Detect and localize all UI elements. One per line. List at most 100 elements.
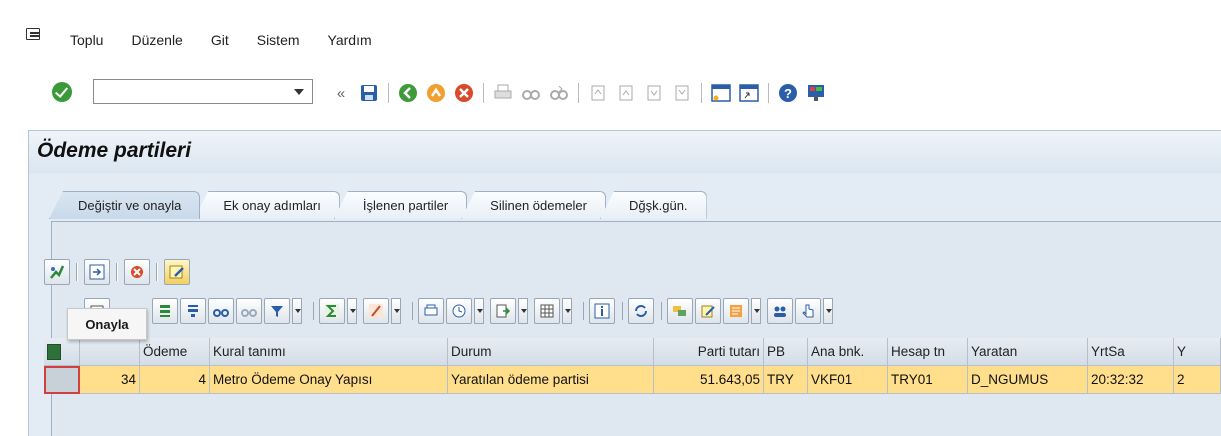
cell-kural-tanimi[interactable]: Metro Ödeme Onay Yapısı: [210, 366, 448, 394]
column-header-ana-bnk[interactable]: Ana bnk.: [808, 338, 888, 366]
cell-yrtsa[interactable]: 20:32:32: [1088, 366, 1174, 394]
sum-icon[interactable]: [319, 298, 345, 324]
column-header-hesap-tn[interactable]: Hesap tn: [888, 338, 968, 366]
exit-icon[interactable]: [425, 82, 447, 104]
filter-icon[interactable]: [264, 298, 290, 324]
tab-ek-onay-adimlari[interactable]: Ek onay adımları: [194, 191, 340, 219]
payment-batches-grid: Ödeme Kural tanımı Durum Parti tutarı PB…: [44, 338, 1221, 394]
tab-dgsk-gun[interactable]: Dğşk.gün.: [600, 191, 707, 219]
cell-durum[interactable]: Yaratılan ödeme partisi: [448, 366, 654, 394]
column-header-yaratan[interactable]: Yaratan: [968, 338, 1088, 366]
column-header-durum[interactable]: Durum: [448, 338, 654, 366]
subtotal-icon[interactable]: [363, 298, 389, 324]
previous-page-icon[interactable]: [615, 82, 637, 104]
column-header-parti-tutari[interactable]: Parti tutarı: [654, 338, 764, 366]
alv-separator: [412, 302, 413, 320]
save-icon[interactable]: [358, 82, 380, 104]
toolbar-separator: [388, 83, 389, 103]
sum-dropdown[interactable]: [347, 298, 357, 324]
alv-separator: [622, 302, 623, 320]
layout-icon[interactable]: [534, 298, 560, 324]
layout-settings-icon[interactable]: [805, 82, 827, 104]
cancel-icon[interactable]: [453, 82, 475, 104]
layout-dropdown[interactable]: [562, 298, 572, 324]
last-page-icon[interactable]: [671, 82, 693, 104]
tab-islenen-partiler[interactable]: İşlenen partiler: [333, 191, 468, 219]
help-icon[interactable]: ?: [777, 82, 799, 104]
find-icon[interactable]: [520, 82, 542, 104]
menu-toggle-icon[interactable]: [26, 28, 40, 40]
column-header[interactable]: [80, 338, 140, 366]
column-header-yrtsa[interactable]: YrtSa: [1088, 338, 1174, 366]
alv-separator: [661, 302, 662, 320]
row-selector[interactable]: [44, 366, 80, 394]
menu-git[interactable]: Git: [211, 32, 229, 48]
menu-sistem[interactable]: Sistem: [257, 32, 300, 48]
tab-content: [51, 221, 1221, 436]
menu-duzenle[interactable]: Düzenle: [131, 32, 182, 48]
select-all-icon[interactable]: [44, 338, 80, 366]
log-icon[interactable]: [723, 298, 749, 324]
first-page-icon[interactable]: [587, 82, 609, 104]
select-icon[interactable]: [795, 298, 821, 324]
column-header-kural-tanimi[interactable]: Kural tanımı: [210, 338, 448, 366]
payments-icon[interactable]: [667, 298, 693, 324]
toolbar-separator: [578, 83, 579, 103]
cell-yaratan[interactable]: D_NGUMUS: [968, 366, 1088, 394]
new-session-icon[interactable]: [710, 82, 732, 104]
toolbar-separator: [701, 83, 702, 103]
print-icon[interactable]: [492, 82, 514, 104]
menu-yardim[interactable]: Yardım: [328, 32, 372, 48]
tab-degistir-ve-onayla[interactable]: Değiştir ve onayla: [49, 191, 201, 219]
tab-strip: Değiştir ve onayla Ek onay adımları İşle…: [49, 191, 707, 221]
column-header-pb[interactable]: PB: [764, 338, 808, 366]
back-arrows-icon[interactable]: «: [330, 82, 352, 104]
note-edit-icon[interactable]: [695, 298, 721, 324]
sort-ascending-icon[interactable]: [152, 298, 178, 324]
cell-hesap-tn[interactable]: TRY01: [888, 366, 968, 394]
find-next-icon[interactable]: [236, 298, 262, 324]
enter-check-icon[interactable]: [52, 82, 72, 102]
subtotal-dropdown[interactable]: [391, 298, 401, 324]
reject-icon[interactable]: [124, 259, 150, 285]
shortcut-icon[interactable]: [738, 82, 760, 104]
column-header-y[interactable]: Y: [1174, 338, 1221, 366]
chevron-down-icon[interactable]: [294, 89, 304, 95]
column-header-odeme[interactable]: Ödeme: [140, 338, 210, 366]
cell-pb[interactable]: TRY: [764, 366, 808, 394]
back-icon[interactable]: [397, 82, 419, 104]
command-field[interactable]: [93, 79, 313, 104]
views-dropdown[interactable]: [474, 298, 484, 324]
grid-header-row: Ödeme Kural tanımı Durum Parti tutarı PB…: [44, 338, 1221, 366]
menu-toplu[interactable]: Toplu: [70, 32, 103, 48]
command-input[interactable]: [94, 80, 284, 103]
find-next-icon[interactable]: [548, 82, 570, 104]
tab-silinen-odemeler[interactable]: Silinen ödemeler: [461, 191, 606, 219]
find-icon[interactable]: [208, 298, 234, 324]
cell-ana-bnk[interactable]: VKF01: [808, 366, 888, 394]
menu-bar: Toplu Düzenle Git Sistem Yardım: [0, 0, 1221, 72]
cell-y[interactable]: 2: [1174, 366, 1221, 394]
cell-batch-id[interactable]: 34: [80, 366, 140, 394]
export-icon[interactable]: [490, 298, 516, 324]
next-page-icon[interactable]: [643, 82, 665, 104]
filter-dropdown[interactable]: [292, 298, 302, 324]
refresh-icon[interactable]: [628, 298, 654, 324]
edit-note-icon[interactable]: [164, 259, 190, 285]
table-row[interactable]: 34 4 Metro Ödeme Onay Yapısı Yaratılan ö…: [44, 366, 1221, 394]
toolbar-icons: « ?: [330, 80, 833, 106]
log-dropdown[interactable]: [751, 298, 761, 324]
views-icon[interactable]: [446, 298, 472, 324]
users-icon[interactable]: [767, 298, 793, 324]
details-icon[interactable]: [84, 259, 110, 285]
select-dropdown[interactable]: [823, 298, 833, 324]
title-strip: Ödeme partileri: [29, 131, 1221, 173]
export-dropdown[interactable]: [518, 298, 528, 324]
approve-icon[interactable]: [44, 259, 70, 285]
info-icon[interactable]: [589, 298, 615, 324]
svg-text:?: ?: [784, 86, 792, 101]
cell-odeme[interactable]: 4: [140, 366, 210, 394]
cell-parti-tutari[interactable]: 51.643,05: [654, 366, 764, 394]
print-preview-icon[interactable]: [418, 298, 444, 324]
sort-descending-icon[interactable]: [180, 298, 206, 324]
